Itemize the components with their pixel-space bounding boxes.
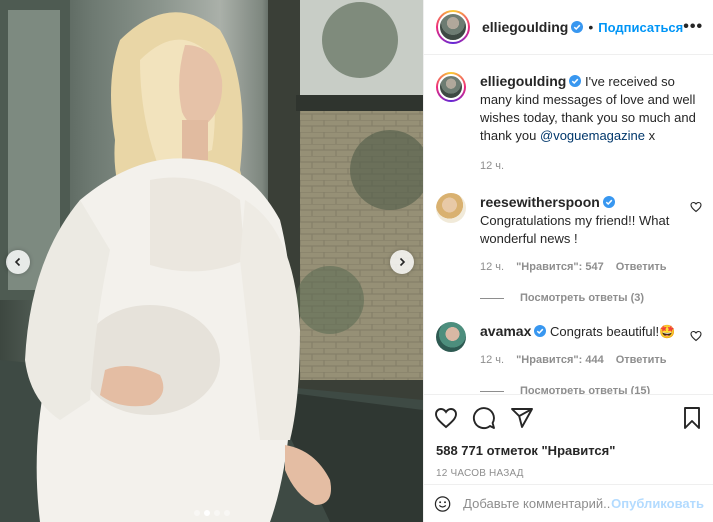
post-side-panel: elliegoulding • Подписаться ••• elliegou… — [423, 0, 713, 522]
caption-body: elliegoulding I've received so many kind… — [480, 72, 702, 175]
verified-badge-icon — [534, 325, 547, 337]
comment-body: avamax Congrats beautiful!🤩 12 ч. "Нрави… — [480, 322, 702, 369]
add-comment-bar: Опубликовать — [424, 484, 713, 522]
comment-meta: 12 ч. "Нравится": 547 Ответить — [480, 258, 680, 276]
view-replies-label: Посмотреть ответы (3) — [520, 292, 645, 304]
comment-body: reesewitherspoon Congratulations my frie… — [480, 193, 702, 276]
verified-badge-icon — [602, 196, 615, 208]
header-info: elliegoulding • Подписаться — [482, 19, 683, 35]
comment-likes-count[interactable]: "Нравится": 444 — [516, 351, 604, 369]
post-photo[interactable] — [0, 0, 423, 522]
heart-icon[interactable] — [690, 330, 702, 342]
comment-meta: 12 ч. "Нравится": 444 Ответить — [480, 351, 680, 369]
more-options-icon[interactable]: ••• — [683, 18, 703, 36]
replies-line — [480, 297, 504, 299]
heart-icon[interactable] — [434, 406, 458, 430]
replies-line — [480, 390, 504, 392]
caption-time: 12 ч. — [480, 160, 505, 172]
header-separator: • — [588, 19, 594, 35]
chevron-left-icon — [14, 257, 21, 267]
commenter-avatar[interactable] — [436, 322, 466, 352]
comment-item: avamax Congrats beautiful!🤩 12 ч. "Нрави… — [436, 322, 702, 369]
caption-text-end: x — [644, 128, 656, 143]
view-replies-button[interactable]: Посмотреть ответы (3) — [480, 292, 702, 304]
post-actions: 588 771 отметок "Нравится" 12 ЧАСОВ НАЗА… — [424, 394, 713, 479]
previous-slide-button[interactable] — [6, 250, 30, 274]
publish-button[interactable]: Опубликовать — [611, 496, 704, 511]
comment-text: Congrats beautiful!🤩 — [550, 324, 676, 339]
heart-icon[interactable] — [690, 201, 702, 213]
view-replies-label: Посмотреть ответы (15) — [520, 385, 651, 394]
likes-count[interactable]: 588 771 отметок "Нравится" — [434, 443, 704, 458]
comment-time: 12 ч. — [480, 261, 505, 273]
caption-mention-link[interactable]: @voguemagazine — [540, 128, 645, 143]
verified-badge-icon — [571, 21, 584, 33]
paper-plane-icon[interactable] — [510, 406, 534, 430]
author-avatar[interactable] — [436, 10, 470, 44]
photo-illustration — [0, 0, 423, 522]
commenter-avatar[interactable] — [436, 193, 466, 223]
slide-indicator — [0, 510, 423, 516]
action-bar — [434, 403, 704, 433]
comment-input[interactable] — [463, 496, 612, 511]
comment-time: 12 ч. — [480, 354, 505, 366]
slide-dot-active — [203, 510, 210, 516]
view-replies-button[interactable]: Посмотреть ответы (15) — [480, 385, 702, 394]
post-header: elliegoulding • Подписаться ••• — [424, 0, 713, 55]
commenter-username[interactable]: avamax — [480, 323, 531, 339]
bookmark-icon[interactable] — [680, 406, 704, 430]
post-caption: elliegoulding I've received so many kind… — [436, 72, 702, 175]
caption-avatar[interactable] — [436, 72, 466, 102]
caption-username[interactable]: elliegoulding — [480, 73, 566, 89]
next-slide-button[interactable] — [390, 250, 414, 274]
post-time[interactable]: 12 ЧАСОВ НАЗАД — [434, 468, 704, 479]
comment-icon[interactable] — [472, 406, 496, 430]
reply-button[interactable]: Ответить — [616, 258, 667, 276]
comment-text: Congratulations my friend!! What wonderf… — [480, 213, 670, 246]
slide-dot — [213, 510, 220, 516]
commenter-username[interactable]: reesewitherspoon — [480, 194, 600, 210]
slide-dot — [223, 510, 230, 516]
caption-meta: 12 ч. — [480, 157, 702, 175]
slide-dot — [193, 510, 200, 516]
smiley-icon[interactable] — [434, 492, 451, 516]
reply-button[interactable]: Ответить — [616, 351, 667, 369]
comment-item: reesewitherspoon Congratulations my frie… — [436, 193, 702, 276]
comments-list[interactable]: elliegoulding I've received so many kind… — [424, 56, 713, 394]
verified-badge-icon — [569, 75, 582, 87]
comment-likes-count[interactable]: "Нравится": 547 — [516, 258, 604, 276]
follow-button[interactable]: Подписаться — [598, 20, 683, 35]
chevron-right-icon — [399, 257, 406, 267]
author-username[interactable]: elliegoulding — [482, 19, 568, 35]
